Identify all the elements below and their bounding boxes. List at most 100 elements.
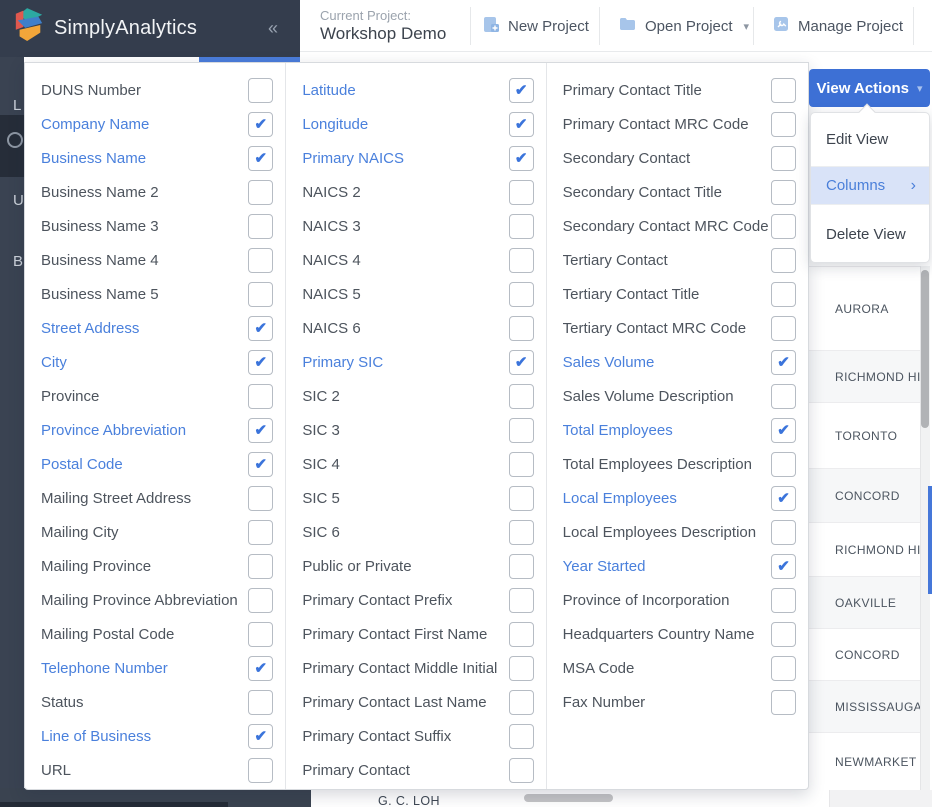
column-option-business-name-3[interactable]: Business Name 3 — [25, 209, 285, 243]
checkbox[interactable] — [770, 179, 796, 205]
new-project-button[interactable]: New Project — [483, 0, 589, 52]
horizontal-scrollbar-thumb[interactable] — [524, 794, 613, 802]
column-option-sic-5[interactable]: SIC 5 — [286, 481, 545, 515]
checkbox[interactable]: ✔ — [508, 77, 534, 103]
checkbox[interactable] — [248, 247, 274, 273]
column-option-naics-2[interactable]: NAICS 2 — [286, 175, 545, 209]
checkbox[interactable]: ✔ — [770, 485, 796, 511]
checkbox[interactable]: ✔ — [770, 553, 796, 579]
column-option-naics-5[interactable]: NAICS 5 — [286, 277, 545, 311]
column-option-sic-2[interactable]: SIC 2 — [286, 379, 545, 413]
column-option-mailing-street-address[interactable]: Mailing Street Address — [25, 481, 285, 515]
checkbox[interactable] — [248, 689, 274, 715]
column-option-mailing-postal-code[interactable]: Mailing Postal Code — [25, 617, 285, 651]
column-option-naics-6[interactable]: NAICS 6 — [286, 311, 545, 345]
checkbox[interactable] — [508, 417, 534, 443]
column-option-local-employees-description[interactable]: Local Employees Description — [547, 515, 808, 549]
checkbox[interactable] — [508, 757, 534, 783]
column-option-mailing-province-abbreviation[interactable]: Mailing Province Abbreviation — [25, 583, 285, 617]
column-option-headquarters-country-name[interactable]: Headquarters Country Name — [547, 617, 808, 651]
checkbox[interactable] — [508, 315, 534, 341]
checkbox[interactable]: ✔ — [508, 349, 534, 375]
column-option-url[interactable]: URL — [25, 753, 285, 787]
checkbox[interactable] — [248, 553, 274, 579]
checkbox[interactable] — [248, 77, 274, 103]
column-option-local-employees[interactable]: Local Employees ✔ — [547, 481, 808, 515]
column-option-tertiary-contact-title[interactable]: Tertiary Contact Title — [547, 277, 808, 311]
checkbox[interactable]: ✔ — [248, 451, 274, 477]
checkbox[interactable] — [770, 315, 796, 341]
menu-item-columns[interactable]: Columns › — [811, 167, 929, 204]
column-option-tertiary-contact[interactable]: Tertiary Contact — [547, 243, 808, 277]
column-option-street-address[interactable]: Street Address ✔ — [25, 311, 285, 345]
column-option-primary-contact-title[interactable]: Primary Contact Title — [547, 73, 808, 107]
column-option-business-name[interactable]: Business Name ✔ — [25, 141, 285, 175]
sidebar-collapse-icon[interactable]: « — [268, 18, 278, 39]
column-option-tertiary-contact-mrc-code[interactable]: Tertiary Contact MRC Code — [547, 311, 808, 345]
checkbox[interactable] — [248, 281, 274, 307]
view-actions-button[interactable]: View Actions ▾ — [809, 69, 930, 107]
column-option-sic-3[interactable]: SIC 3 — [286, 413, 545, 447]
checkbox[interactable]: ✔ — [248, 315, 274, 341]
checkbox[interactable] — [770, 451, 796, 477]
checkbox[interactable] — [508, 723, 534, 749]
checkbox[interactable] — [770, 587, 796, 613]
column-option-primary-contact-last-name[interactable]: Primary Contact Last Name — [286, 685, 545, 719]
column-option-primary-sic[interactable]: Primary SIC ✔ — [286, 345, 545, 379]
checkbox[interactable] — [508, 655, 534, 681]
column-option-primary-contact-first-name[interactable]: Primary Contact First Name — [286, 617, 545, 651]
column-option-total-employees-description[interactable]: Total Employees Description — [547, 447, 808, 481]
checkbox[interactable] — [508, 689, 534, 715]
checkbox[interactable] — [248, 587, 274, 613]
sidebar-bottom-scroll[interactable] — [0, 802, 228, 807]
column-option-fax-number[interactable]: Fax Number — [547, 685, 808, 719]
checkbox[interactable] — [248, 485, 274, 511]
column-option-primary-contact-middle-initial[interactable]: Primary Contact Middle Initial — [286, 651, 545, 685]
column-option-primary-contact[interactable]: Primary Contact — [286, 753, 545, 787]
column-option-latitude[interactable]: Latitude ✔ — [286, 73, 545, 107]
column-option-status[interactable]: Status — [25, 685, 285, 719]
column-option-city[interactable]: City ✔ — [25, 345, 285, 379]
checkbox[interactable] — [248, 383, 274, 409]
menu-item-delete-view[interactable]: Delete View — [811, 205, 929, 263]
column-option-postal-code[interactable]: Postal Code ✔ — [25, 447, 285, 481]
column-option-business-name-2[interactable]: Business Name 2 — [25, 175, 285, 209]
column-option-year-started[interactable]: Year Started ✔ — [547, 549, 808, 583]
checkbox[interactable] — [248, 621, 274, 647]
column-option-primary-naics[interactable]: Primary NAICS ✔ — [286, 141, 545, 175]
column-option-total-employees[interactable]: Total Employees ✔ — [547, 413, 808, 447]
column-option-secondary-contact-mrc-code[interactable]: Secondary Contact MRC Code — [547, 209, 808, 243]
column-option-business-name-4[interactable]: Business Name 4 — [25, 243, 285, 277]
checkbox[interactable] — [770, 689, 796, 715]
checkbox[interactable] — [508, 553, 534, 579]
checkbox[interactable]: ✔ — [248, 111, 274, 137]
column-option-line-of-business[interactable]: Line of Business ✔ — [25, 719, 285, 753]
column-option-longitude[interactable]: Longitude ✔ — [286, 107, 545, 141]
checkbox[interactable] — [508, 621, 534, 647]
checkbox[interactable] — [770, 247, 796, 273]
checkbox[interactable] — [508, 485, 534, 511]
open-project-button[interactable]: Open Project ▾ — [619, 0, 749, 52]
checkbox[interactable]: ✔ — [248, 655, 274, 681]
checkbox[interactable]: ✔ — [508, 111, 534, 137]
checkbox[interactable] — [770, 519, 796, 545]
checkbox[interactable] — [248, 519, 274, 545]
checkbox[interactable] — [770, 621, 796, 647]
checkbox[interactable] — [508, 383, 534, 409]
column-option-secondary-contact[interactable]: Secondary Contact — [547, 141, 808, 175]
column-option-business-name-5[interactable]: Business Name 5 — [25, 277, 285, 311]
column-option-secondary-contact-title[interactable]: Secondary Contact Title — [547, 175, 808, 209]
column-option-sales-volume[interactable]: Sales Volume ✔ — [547, 345, 808, 379]
checkbox[interactable] — [770, 145, 796, 171]
column-option-province-of-incorporation[interactable]: Province of Incorporation — [547, 583, 808, 617]
menu-item-edit-view[interactable]: Edit View — [811, 113, 929, 166]
column-option-duns-number[interactable]: DUNS Number — [25, 73, 285, 107]
checkbox[interactable] — [770, 383, 796, 409]
column-option-mailing-city[interactable]: Mailing City — [25, 515, 285, 549]
column-option-public-or-private[interactable]: Public or Private — [286, 549, 545, 583]
sidebar-item-partial[interactable]: B — [13, 253, 23, 270]
checkbox[interactable] — [508, 213, 534, 239]
checkbox[interactable] — [770, 281, 796, 307]
column-option-province-abbreviation[interactable]: Province Abbreviation ✔ — [25, 413, 285, 447]
checkbox[interactable] — [508, 281, 534, 307]
